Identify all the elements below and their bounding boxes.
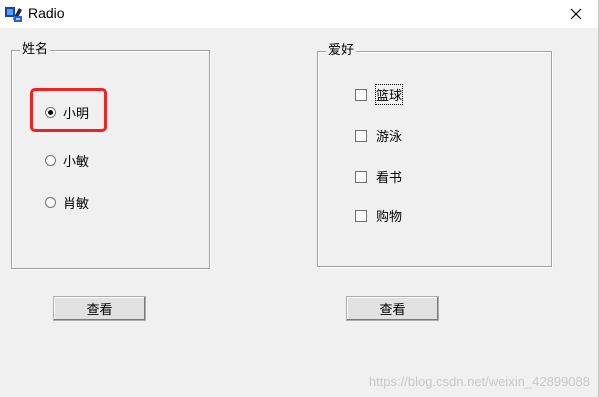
checkbox-reading[interactable]: 看书 [355, 167, 402, 186]
name-groupbox: 姓名 [11, 42, 210, 269]
radio-dialog-window: Radio 姓名 小明 小敏 肖敏 爱好 篮球 游泳 看书 购物 查看 查看 h… [0, 0, 599, 397]
radio-xiaomin-2[interactable]: 肖敏 [45, 193, 89, 212]
close-icon [570, 8, 582, 20]
close-button[interactable] [554, 0, 598, 28]
dialog-client-area: 姓名 小明 小敏 肖敏 爱好 篮球 游泳 看书 购物 查看 查看 https:/… [0, 28, 598, 397]
window-title: Radio [28, 5, 65, 21]
radio-label[interactable]: 小明 [63, 103, 89, 122]
radio-button[interactable] [45, 197, 56, 208]
radio-xiaoming[interactable]: 小明 [45, 103, 89, 122]
checkbox-label[interactable]: 看书 [376, 167, 402, 186]
checkbox[interactable] [355, 209, 367, 222]
checkbox[interactable] [355, 129, 367, 142]
hobby-groupbox: 爱好 [317, 43, 552, 267]
app-icon[interactable] [4, 4, 24, 24]
checkbox-shopping[interactable]: 购物 [355, 206, 402, 225]
radio-label[interactable]: 小敏 [63, 151, 89, 170]
checkbox-label[interactable]: 购物 [376, 206, 402, 225]
checkbox[interactable] [355, 170, 367, 183]
radio-button-checked[interactable] [45, 107, 56, 118]
checkbox-basketball[interactable]: 篮球 [355, 84, 404, 105]
name-group-label: 姓名 [20, 42, 51, 58]
hobby-group-label: 爱好 [326, 43, 357, 59]
radio-label[interactable]: 肖敏 [63, 193, 89, 212]
name-view-button[interactable]: 查看 [53, 296, 146, 321]
checkbox-label[interactable]: 游泳 [376, 126, 402, 145]
title-bar[interactable]: Radio [0, 0, 598, 28]
checkbox[interactable] [355, 88, 367, 101]
checkbox-label[interactable]: 篮球 [374, 84, 404, 105]
watermark-text: https://blog.csdn.net/weixin_42899088 [368, 374, 590, 389]
hobby-view-button[interactable]: 查看 [346, 296, 439, 321]
radio-button[interactable] [45, 155, 56, 166]
radio-xiaomin[interactable]: 小敏 [45, 151, 89, 170]
checkbox-swimming[interactable]: 游泳 [355, 126, 402, 145]
